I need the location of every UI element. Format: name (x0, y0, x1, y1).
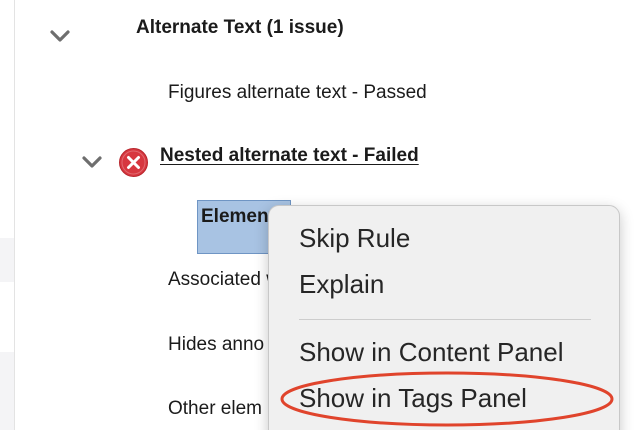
rule-hides-annotation[interactable]: Hides anno (168, 334, 264, 356)
rule-nested-alternate-text[interactable]: Nested alternate text - Failed (160, 145, 419, 167)
gutter-row-shade (0, 238, 14, 282)
element-item-label: Element (201, 206, 275, 227)
menu-item-show-in-content-panel[interactable]: Show in Content Panel (299, 337, 564, 368)
chevron-down-icon[interactable] (49, 29, 71, 43)
menu-divider (299, 319, 591, 320)
menu-item-explain[interactable]: Explain (299, 269, 384, 300)
context-menu: Skip Rule Explain Show in Content Panel … (268, 205, 620, 430)
rule-group-alternate-text[interactable]: Alternate Text (1 issue) (136, 17, 344, 39)
rule-associated[interactable]: Associated w (168, 269, 280, 291)
chevron-down-icon[interactable] (81, 155, 103, 169)
accessibility-checker-panel: Alternate Text (1 issue) Figures alterna… (0, 0, 634, 430)
rule-figures-alternate-text[interactable]: Figures alternate text - Passed (168, 82, 427, 104)
menu-item-show-in-tags-panel[interactable]: Show in Tags Panel (299, 383, 527, 414)
error-icon (118, 147, 149, 178)
menu-item-skip-rule[interactable]: Skip Rule (299, 223, 410, 254)
rule-other-elements[interactable]: Other elem (168, 398, 262, 420)
gutter-row-shade (0, 352, 14, 430)
